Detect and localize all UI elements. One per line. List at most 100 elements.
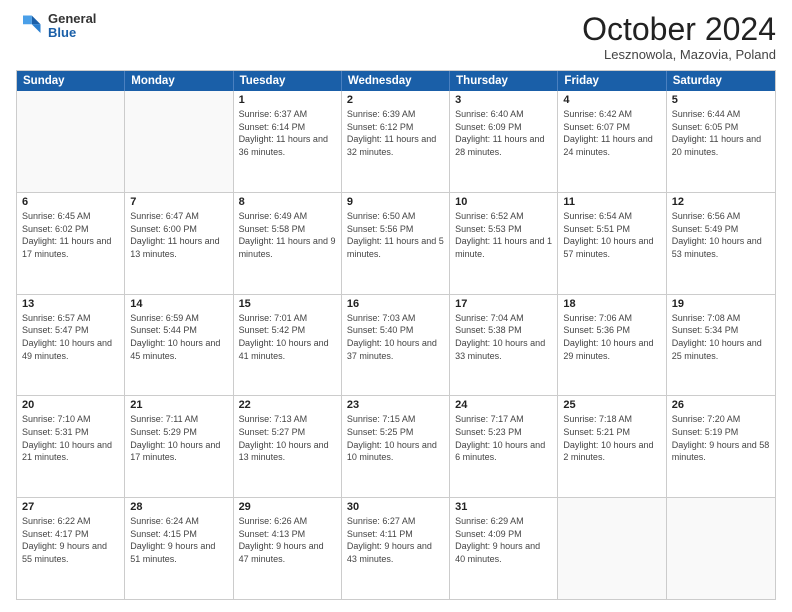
day-cell-10: 10Sunrise: 6:52 AMSunset: 5:53 PMDayligh… <box>450 193 558 294</box>
day-cell-24: 24 Sunrise: 7:17 AMSunset: 5:23 PMDayligh… <box>450 396 558 497</box>
day-number: 19 <box>672 298 770 310</box>
day-number: 24 <box>455 399 552 411</box>
day-header-tuesday: Tuesday <box>234 71 342 91</box>
day-number: 10 <box>455 196 552 208</box>
day-info: Sunrise: 6:37 AMSunset: 6:14 PMDaylight:… <box>239 108 336 158</box>
day-number: 21 <box>130 399 227 411</box>
day-info: Sunrise: 6:39 AMSunset: 6:12 PMDaylight:… <box>347 108 444 158</box>
day-cell-8: 8Sunrise: 6:49 AMSunset: 5:58 PMDaylight… <box>234 193 342 294</box>
week-row-5: 27 Sunrise: 6:22 AMSunset: 4:17 PMDayligh… <box>17 498 775 599</box>
day-info: Sunrise: 6:24 AMSunset: 4:15 PMDaylight:… <box>130 515 227 565</box>
day-cell-20: 20Sunrise: 7:10 AMSunset: 5:31 PMDayligh… <box>17 396 125 497</box>
day-info: Sunrise: 7:03 AMSunset: 5:40 PMDaylight:… <box>347 312 444 362</box>
day-cell-25: 25Sunrise: 7:18 AMSunset: 5:21 PMDayligh… <box>558 396 666 497</box>
day-info: Sunrise: 6:44 AMSunset: 6:05 PMDaylight:… <box>672 108 770 158</box>
day-number: 4 <box>563 94 660 106</box>
day-cell-17: 17 Sunrise: 7:04 AMSunset: 5:38 PMDayligh… <box>450 295 558 396</box>
day-header-friday: Friday <box>558 71 666 91</box>
day-info: Sunrise: 7:13 AMSunset: 5:27 PMDaylight:… <box>239 413 336 463</box>
day-cell-15: 15Sunrise: 7:01 AMSunset: 5:42 PMDayligh… <box>234 295 342 396</box>
day-info: Sunrise: 6:29 AMSunset: 4:09 PMDaylight:… <box>455 515 552 565</box>
day-cell-1: 1Sunrise: 6:37 AMSunset: 6:14 PMDaylight… <box>234 91 342 192</box>
day-number: 25 <box>563 399 660 411</box>
day-cell-6: 6Sunrise: 6:45 AMSunset: 6:02 PMDaylight… <box>17 193 125 294</box>
day-number: 3 <box>455 94 552 106</box>
empty-cell <box>125 91 233 192</box>
day-number: 16 <box>347 298 444 310</box>
day-info: Sunrise: 6:42 AMSunset: 6:07 PMDaylight:… <box>563 108 660 158</box>
day-info: Sunrise: 7:04 AMSunset: 5:38 PMDaylight:… <box>455 312 552 362</box>
day-number: 28 <box>130 501 227 513</box>
day-info: Sunrise: 6:47 AMSunset: 6:00 PMDaylight:… <box>130 210 227 260</box>
day-info: Sunrise: 6:57 AMSunset: 5:47 PMDaylight:… <box>22 312 119 362</box>
day-cell-4: 4 Sunrise: 6:42 AMSunset: 6:07 PMDaylight… <box>558 91 666 192</box>
day-number: 9 <box>347 196 444 208</box>
day-number: 17 <box>455 298 552 310</box>
location: Lesznowola, Mazovia, Poland <box>582 47 776 62</box>
day-cell-19: 19 Sunrise: 7:08 AMSunset: 5:34 PMDayligh… <box>667 295 775 396</box>
day-info: Sunrise: 6:54 AMSunset: 5:51 PMDaylight:… <box>563 210 660 260</box>
day-info: Sunrise: 6:50 AMSunset: 5:56 PMDaylight:… <box>347 210 444 260</box>
day-info: Sunrise: 6:40 AMSunset: 6:09 PMDaylight:… <box>455 108 552 158</box>
day-cell-27: 27 Sunrise: 6:22 AMSunset: 4:17 PMDayligh… <box>17 498 125 599</box>
day-cell-2: 2Sunrise: 6:39 AMSunset: 6:12 PMDaylight… <box>342 91 450 192</box>
day-cell-11: 11 Sunrise: 6:54 AMSunset: 5:51 PMDayligh… <box>558 193 666 294</box>
calendar: SundayMondayTuesdayWednesdayThursdayFrid… <box>16 70 776 600</box>
week-row-4: 20Sunrise: 7:10 AMSunset: 5:31 PMDayligh… <box>17 396 775 498</box>
day-cell-3: 3 Sunrise: 6:40 AMSunset: 6:09 PMDaylight… <box>450 91 558 192</box>
day-number: 30 <box>347 501 444 513</box>
empty-cell <box>17 91 125 192</box>
day-number: 6 <box>22 196 119 208</box>
day-cell-12: 12 Sunrise: 6:56 AMSunset: 5:49 PMDayligh… <box>667 193 775 294</box>
day-info: Sunrise: 6:22 AMSunset: 4:17 PMDaylight:… <box>22 515 119 565</box>
logo-icon <box>16 12 44 40</box>
day-info: Sunrise: 7:17 AMSunset: 5:23 PMDaylight:… <box>455 413 552 463</box>
day-cell-28: 28 Sunrise: 6:24 AMSunset: 4:15 PMDayligh… <box>125 498 233 599</box>
title-block: October 2024 Lesznowola, Mazovia, Poland <box>582 12 776 62</box>
day-cell-21: 21Sunrise: 7:11 AMSunset: 5:29 PMDayligh… <box>125 396 233 497</box>
day-cell-29: 29Sunrise: 6:26 AMSunset: 4:13 PMDayligh… <box>234 498 342 599</box>
day-info: Sunrise: 7:06 AMSunset: 5:36 PMDaylight:… <box>563 312 660 362</box>
day-info: Sunrise: 7:01 AMSunset: 5:42 PMDaylight:… <box>239 312 336 362</box>
month-title: October 2024 <box>582 12 776 47</box>
calendar-body: 1Sunrise: 6:37 AMSunset: 6:14 PMDaylight… <box>17 91 775 599</box>
day-cell-14: 14 Sunrise: 6:59 AMSunset: 5:44 PMDayligh… <box>125 295 233 396</box>
day-info: Sunrise: 7:15 AMSunset: 5:25 PMDaylight:… <box>347 413 444 463</box>
day-info: Sunrise: 6:27 AMSunset: 4:11 PMDaylight:… <box>347 515 444 565</box>
day-header-monday: Monday <box>125 71 233 91</box>
day-info: Sunrise: 7:08 AMSunset: 5:34 PMDaylight:… <box>672 312 770 362</box>
week-row-2: 6Sunrise: 6:45 AMSunset: 6:02 PMDaylight… <box>17 193 775 295</box>
day-number: 22 <box>239 399 336 411</box>
day-info: Sunrise: 6:26 AMSunset: 4:13 PMDaylight:… <box>239 515 336 565</box>
calendar-header-row: SundayMondayTuesdayWednesdayThursdayFrid… <box>17 71 775 91</box>
day-cell-26: 26Sunrise: 7:20 AMSunset: 5:19 PMDayligh… <box>667 396 775 497</box>
day-number: 14 <box>130 298 227 310</box>
day-header-saturday: Saturday <box>667 71 775 91</box>
day-info: Sunrise: 6:59 AMSunset: 5:44 PMDaylight:… <box>130 312 227 362</box>
day-cell-22: 22 Sunrise: 7:13 AMSunset: 5:27 PMDayligh… <box>234 396 342 497</box>
day-cell-23: 23Sunrise: 7:15 AMSunset: 5:25 PMDayligh… <box>342 396 450 497</box>
day-number: 26 <box>672 399 770 411</box>
logo-general: General <box>48 12 96 26</box>
day-cell-30: 30 Sunrise: 6:27 AMSunset: 4:11 PMDayligh… <box>342 498 450 599</box>
day-number: 11 <box>563 196 660 208</box>
logo-blue: Blue <box>48 26 96 40</box>
day-cell-9: 9 Sunrise: 6:50 AMSunset: 5:56 PMDaylight… <box>342 193 450 294</box>
day-number: 5 <box>672 94 770 106</box>
day-header-wednesday: Wednesday <box>342 71 450 91</box>
day-number: 31 <box>455 501 552 513</box>
week-row-3: 13 Sunrise: 6:57 AMSunset: 5:47 PMDayligh… <box>17 295 775 397</box>
day-number: 12 <box>672 196 770 208</box>
day-info: Sunrise: 6:49 AMSunset: 5:58 PMDaylight:… <box>239 210 336 260</box>
day-cell-5: 5 Sunrise: 6:44 AMSunset: 6:05 PMDaylight… <box>667 91 775 192</box>
day-info: Sunrise: 7:10 AMSunset: 5:31 PMDaylight:… <box>22 413 119 463</box>
day-info: Sunrise: 6:56 AMSunset: 5:49 PMDaylight:… <box>672 210 770 260</box>
logo: General Blue <box>16 12 96 41</box>
day-cell-7: 7Sunrise: 6:47 AMSunset: 6:00 PMDaylight… <box>125 193 233 294</box>
day-header-thursday: Thursday <box>450 71 558 91</box>
day-number: 13 <box>22 298 119 310</box>
day-cell-16: 16 Sunrise: 7:03 AMSunset: 5:40 PMDayligh… <box>342 295 450 396</box>
day-header-sunday: Sunday <box>17 71 125 91</box>
day-number: 27 <box>22 501 119 513</box>
page: General Blue October 2024 Lesznowola, Ma… <box>0 0 792 612</box>
